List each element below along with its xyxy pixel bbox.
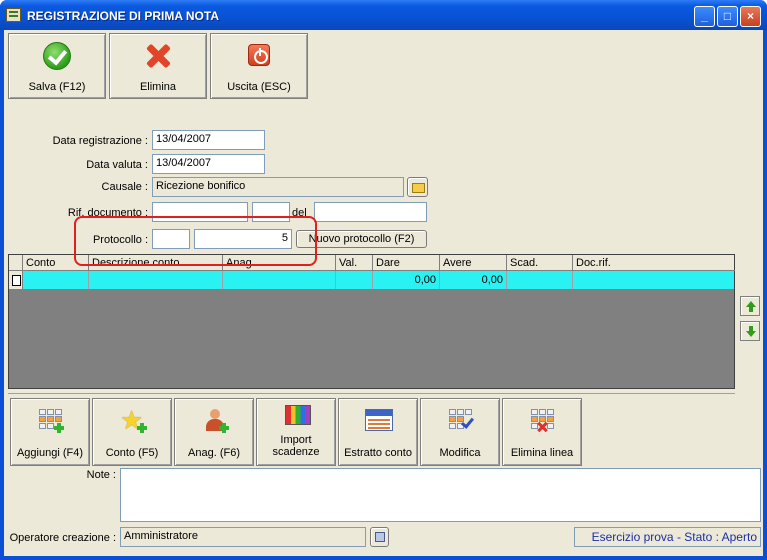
data-registrazione-field[interactable]: 13/04/2007 (152, 130, 265, 150)
action-toolbar: Aggiungi (F4) ★ Conto (F5) Anag. (F6) Im… (8, 393, 735, 468)
grid-header: Conto Descrizione conto Anag. Val. Dare … (9, 255, 735, 271)
delete-button[interactable]: Elimina (109, 33, 207, 99)
col-conto[interactable]: Conto (23, 255, 89, 271)
folder-icon (412, 183, 425, 193)
power-icon (248, 44, 270, 66)
col-val[interactable]: Val. (336, 255, 373, 271)
cell-descrizione[interactable] (89, 271, 223, 289)
aggiungi-label: Aggiungi (F4) (16, 447, 84, 459)
rif-documento-series-field[interactable] (252, 202, 290, 222)
exit-button[interactable]: Uscita (ESC) (210, 33, 308, 99)
cell-conto[interactable] (23, 271, 89, 289)
col-doc-rif[interactable]: Doc.rif. (573, 255, 735, 271)
protocollo-prefix-field[interactable] (152, 229, 190, 249)
calendar-icon (365, 409, 393, 431)
close-icon: × (746, 9, 754, 23)
data-valuta-label: Data valuta : (86, 159, 148, 171)
causale-field[interactable]: Ricezione bonifico (152, 177, 404, 197)
col-dare[interactable]: Dare (373, 255, 440, 271)
maximize-button[interactable]: □ (717, 6, 738, 27)
minimize-button[interactable]: _ (694, 6, 715, 27)
client-area: Salva (F12) Elimina Uscita (ESC) Data re… (4, 30, 763, 556)
move-up-button[interactable] (740, 296, 760, 316)
modifica-button[interactable]: Modifica (420, 398, 500, 466)
exit-button-label: Uscita (ESC) (227, 81, 291, 93)
arrow-down-icon (746, 331, 756, 337)
move-down-button[interactable] (740, 321, 760, 341)
protocollo-label: Protocollo : (92, 234, 148, 246)
causale-browse-button[interactable] (407, 177, 428, 197)
conto-label: Conto (F5) (105, 447, 159, 459)
app-icon (6, 8, 21, 22)
cell-avere[interactable]: 0,00 (440, 271, 507, 289)
rif-documento-label: Rif. documento : (67, 207, 148, 219)
anag-label: Anag. (F6) (188, 447, 240, 459)
col-descrizione-conto[interactable]: Descrizione conto (89, 255, 223, 271)
conto-button[interactable]: ★ Conto (F5) (92, 398, 172, 466)
del-date-field[interactable] (314, 202, 427, 222)
import-icon (285, 405, 311, 425)
delete-row-icon (531, 409, 555, 431)
cell-scad[interactable] (507, 271, 573, 289)
aggiungi-button[interactable]: Aggiungi (F4) (10, 398, 90, 466)
row-selector-icon[interactable] (9, 271, 23, 289)
operatore-label: Operatore creazione : (9, 532, 116, 544)
add-row-icon (39, 409, 64, 433)
anag-button[interactable]: Anag. (F6) (174, 398, 254, 466)
operatore-field: Amministratore (120, 527, 366, 547)
import-scadenze-button[interactable]: Import scadenze (256, 398, 336, 466)
estratto-label: Estratto conto (344, 447, 412, 459)
plus-icon (219, 423, 229, 433)
cell-val[interactable] (336, 271, 373, 289)
save-button-label: Salva (F12) (28, 81, 86, 93)
elimina-linea-label: Elimina linea (510, 447, 574, 459)
modifica-label: Modifica (439, 447, 481, 459)
minimize-icon: _ (701, 9, 708, 23)
elimina-linea-button[interactable]: Elimina linea (502, 398, 582, 466)
operatore-info-button[interactable] (370, 527, 389, 547)
delete-button-label: Elimina (139, 81, 177, 93)
window: REGISTRAZIONE DI PRIMA NOTA _ □ × Salva … (0, 0, 767, 560)
nuovo-protocollo-button[interactable]: Nuovo protocollo (F2) (296, 230, 427, 248)
estratto-conto-button[interactable]: Estratto conto (338, 398, 418, 466)
del-label: del (292, 207, 307, 219)
cell-dare[interactable]: 0,00 (373, 271, 440, 289)
info-icon (375, 532, 385, 542)
cell-doc-rif[interactable] (573, 271, 735, 289)
col-avere[interactable]: Avere (440, 255, 507, 271)
col-anag[interactable]: Anag. (223, 255, 336, 271)
entries-grid[interactable]: Conto Descrizione conto Anag. Val. Dare … (8, 254, 735, 389)
arrow-up-stem (749, 307, 753, 312)
import-label-line2: scadenze (272, 446, 320, 458)
note-label: Note : (86, 469, 116, 481)
data-valuta-field[interactable]: 13/04/2007 (152, 154, 265, 174)
close-button[interactable]: × (740, 6, 761, 27)
plus-icon (137, 423, 147, 433)
edit-row-icon (449, 409, 475, 431)
import-label-line1: Import (280, 434, 312, 446)
save-button[interactable]: Salva (F12) (8, 33, 106, 99)
check-icon (43, 42, 71, 70)
protocollo-number-field[interactable]: 5 (194, 229, 292, 249)
note-textarea[interactable] (120, 468, 761, 522)
cell-anag[interactable] (223, 271, 336, 289)
delete-icon (144, 42, 172, 70)
data-registrazione-label: Data registrazione : (52, 135, 148, 147)
maximize-icon: □ (723, 9, 732, 23)
table-row[interactable]: 0,00 0,00 (9, 271, 734, 289)
col-scad[interactable]: Scad. (507, 255, 573, 271)
window-title: REGISTRAZIONE DI PRIMA NOTA (27, 9, 219, 23)
title-bar: REGISTRAZIONE DI PRIMA NOTA _ □ × (0, 0, 767, 30)
status-bar: Esercizio prova - Stato : Aperto (574, 527, 761, 547)
causale-label: Causale : (101, 181, 148, 193)
rif-documento-field[interactable] (152, 202, 248, 222)
grid-corner (9, 255, 23, 271)
